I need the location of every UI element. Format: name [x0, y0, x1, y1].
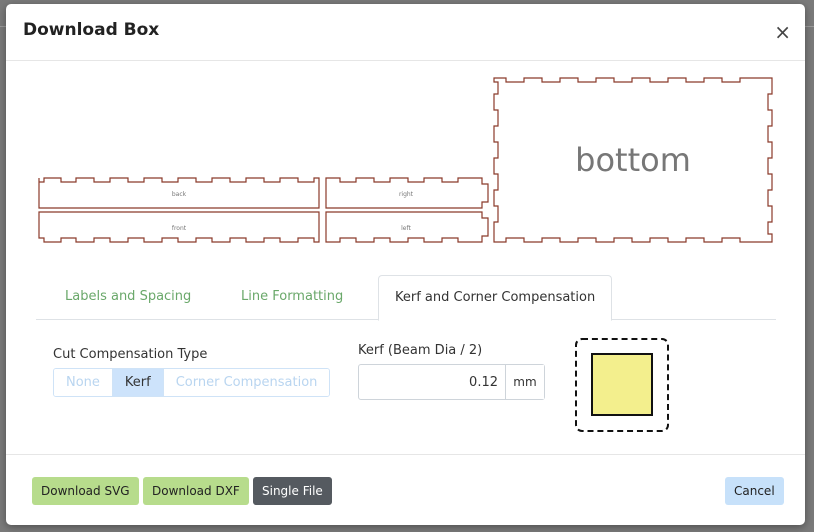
download-svg-button[interactable]: Download SVG [32, 477, 139, 505]
modal-header: Download Box × [6, 4, 805, 61]
panel-left: left [325, 211, 489, 243]
kerf-input-group: mm [358, 364, 545, 400]
cut-compensation-label: Cut Compensation Type [53, 347, 208, 362]
close-icon[interactable]: × [774, 22, 791, 42]
modal-title: Download Box [23, 20, 160, 40]
panel-front: front [38, 211, 320, 243]
settings-tabs: Labels and Spacing Line Formatting Kerf … [36, 275, 776, 321]
panel-back: back [38, 177, 320, 209]
panel-left-label: left [401, 225, 411, 232]
single-file-button[interactable]: Single File [253, 477, 332, 505]
box-layout-preview: .cut { fill:none; stroke:#8b3a2a; stroke… [38, 77, 773, 243]
download-dxf-button[interactable]: Download DXF [143, 477, 249, 505]
panel-bottom: bottom [493, 77, 773, 243]
kerf-input[interactable] [359, 365, 505, 399]
panel-bottom-label: bottom [575, 141, 691, 179]
panel-right-label: right [399, 191, 414, 198]
tab-kerf-and-corner-compensation[interactable]: Kerf and Corner Compensation [378, 275, 613, 321]
kerf-label: Kerf (Beam Dia / 2) [358, 343, 483, 358]
cut-compensation-type-group: None Kerf Corner Compensation [53, 368, 331, 397]
option-corner-compensation-button[interactable]: Corner Compensation [163, 369, 330, 396]
cancel-button[interactable]: Cancel [725, 477, 784, 505]
panel-back-label: back [172, 191, 187, 198]
option-none-button[interactable]: None [54, 369, 113, 396]
compensation-preview [575, 338, 669, 432]
panel-right: right [325, 177, 489, 209]
tab-labels-and-spacing[interactable]: Labels and Spacing [65, 275, 191, 319]
option-kerf-button[interactable]: Kerf [112, 369, 164, 396]
kerf-unit: mm [505, 365, 544, 399]
download-box-dialog: Download Box × .cut { fill:none; stroke:… [6, 4, 805, 525]
compensation-preview-swatch [591, 353, 653, 416]
tab-line-formatting[interactable]: Line Formatting [241, 275, 343, 319]
modal-footer: Download SVG Download DXF Single File Ca… [6, 454, 805, 526]
panel-front-label: front [172, 225, 187, 232]
